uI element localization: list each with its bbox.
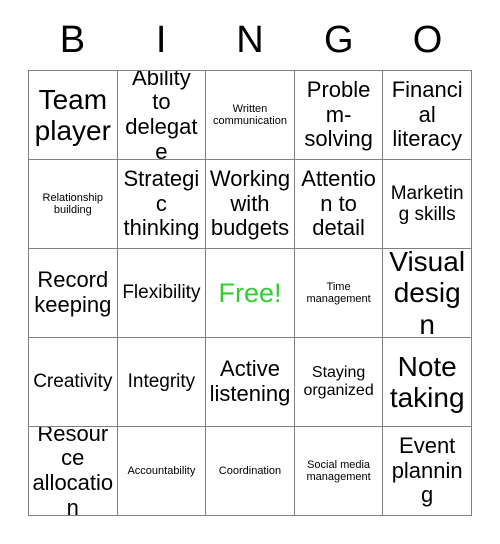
bingo-row: Record keeping Flexibility Free! Time ma… [29,249,472,338]
bingo-cell-label: Integrity [127,371,196,393]
bingo-cell[interactable]: Event planning [383,427,472,516]
bingo-cell[interactable]: Ability to delegate [117,71,207,160]
bingo-cell[interactable]: Note taking [383,338,472,427]
bingo-cell[interactable]: Flexibility [117,249,207,338]
bingo-cell-label: Accountability [127,464,196,477]
bingo-cell-label: Strategic thinking [123,166,200,241]
bingo-cell[interactable]: Attention to detail [294,160,384,249]
bingo-free-cell[interactable]: Free! [206,249,295,338]
bingo-free-label: Free! [218,277,282,308]
bingo-cell[interactable]: Time management [294,249,384,338]
bingo-cell[interactable]: Problem-solving [294,71,384,160]
bingo-row: Resource allocation Accountability Coord… [29,427,472,516]
bingo-cell-label: Coordination [218,464,282,477]
bingo-cell-label: Staying organized [303,364,374,399]
bingo-cell-label: Event planning [391,433,463,508]
bingo-row: Team player Ability to delegate Written … [29,71,472,160]
bingo-cell-label: Flexibility [122,282,201,304]
bingo-cell[interactable]: Working with budgets [206,160,295,249]
bingo-cell-label: Relationship building [42,191,104,216]
bingo-cell[interactable]: Record keeping [29,249,118,338]
bingo-cell[interactable]: Team player [29,71,118,160]
bingo-cell[interactable]: Coordination [206,427,295,516]
bingo-cell-label: Team player [34,83,111,146]
bingo-cell[interactable]: Written communication [206,71,295,160]
bingo-header-letter-o: O [412,19,443,61]
bingo-cell-label: Ability to delegate [125,71,198,160]
bingo-cell[interactable]: Relationship building [29,160,118,249]
bingo-header-row: B I N G O [28,10,472,70]
bingo-cell-label: Record keeping [34,267,112,317]
bingo-header-letter-n: N [236,19,264,61]
bingo-cell[interactable]: Strategic thinking [117,160,207,249]
bingo-cell-label: Marketing skills [390,182,464,225]
bingo-header-letter-g: G [324,19,354,61]
bingo-cell[interactable]: Marketing skills [383,160,472,249]
bingo-cell-label: Written communication [212,102,287,127]
bingo-cell[interactable]: Creativity [29,338,118,427]
bingo-cell-label: Working with budgets [209,166,291,241]
bingo-cell-label: Note taking [389,350,465,413]
bingo-cell-label: Active listening [209,356,291,406]
bingo-cell-label: Financial literacy [391,77,463,152]
bingo-cell-label: Problem-solving [304,77,373,152]
bingo-cell-label: Attention to detail [301,166,376,241]
bingo-card: B I N G O Team player Ability to delegat… [28,10,472,516]
bingo-cell[interactable]: Accountability [117,427,207,516]
bingo-grid: Team player Ability to delegate Written … [28,70,472,516]
bingo-cell-label: Resource allocation [32,427,114,516]
bingo-header-letter-b: B [59,19,86,61]
bingo-cell[interactable]: Resource allocation [29,427,118,516]
bingo-cell-label: Visual design [389,249,466,338]
bingo-cell[interactable]: Staying organized [294,338,384,427]
bingo-row: Relationship building Strategic thinking… [29,160,472,249]
bingo-cell-label: Social media management [306,458,371,483]
bingo-cell-label: Creativity [33,371,113,393]
bingo-cell[interactable]: Social media management [294,427,384,516]
bingo-cell[interactable]: Visual design [383,249,472,338]
bingo-cell-label: Time management [306,280,371,305]
bingo-cell[interactable]: Active listening [206,338,295,427]
bingo-cell[interactable]: Integrity [117,338,207,427]
bingo-header-letter-i: I [155,19,167,61]
bingo-row: Creativity Integrity Active listening St… [29,338,472,427]
bingo-cell[interactable]: Financial literacy [383,71,472,160]
